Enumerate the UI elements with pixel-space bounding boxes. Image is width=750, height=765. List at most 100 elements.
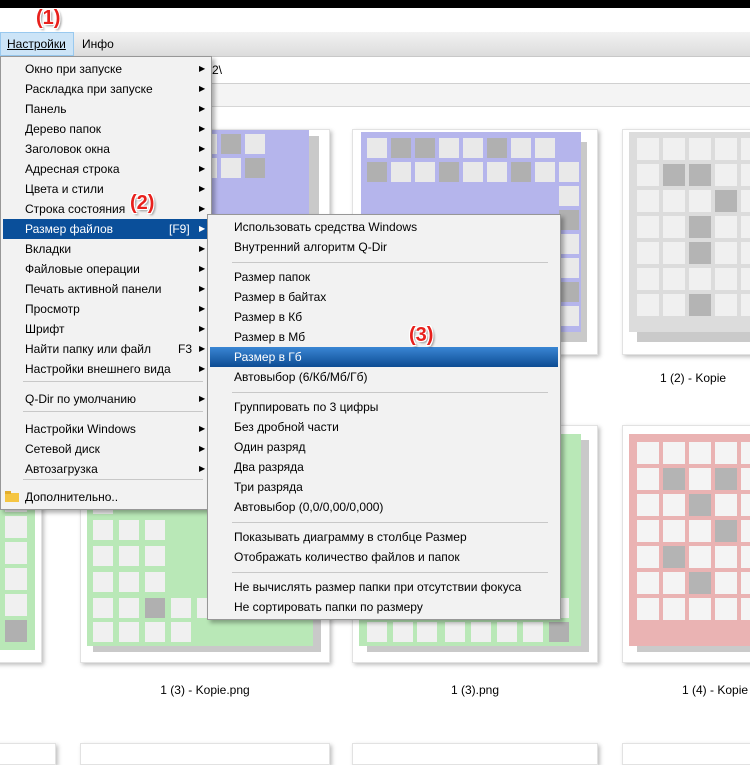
- settings-menu-item[interactable]: Цвета и стили ▶: [3, 179, 209, 199]
- settings-menu-item[interactable]: Адресная строка ▶: [3, 159, 209, 179]
- file-size-menu-item[interactable]: Автовыбор (0,0/0,00/0,000): [210, 497, 558, 517]
- file-size-menu-item[interactable]: Один разряд: [210, 437, 558, 457]
- file-size-menu-item-label: Один разряд: [234, 440, 306, 454]
- settings-menu-item-label: Размер файлов: [25, 222, 114, 236]
- submenu-arrow-icon: ▶: [199, 264, 206, 273]
- file-size-menu-item[interactable]: Размер в Гб: [210, 347, 558, 367]
- menu-separator: [232, 522, 548, 523]
- settings-menu-item-label: Строка состояния: [25, 202, 126, 216]
- file-size-menu-item-label: Размер в Мб: [234, 330, 306, 344]
- shortcut-label: F3: [178, 342, 193, 356]
- file-size-menu-item-label: Не вычислять размер папки при отсутствии…: [234, 580, 522, 594]
- file-size-menu-item[interactable]: Размер в Мб: [210, 327, 558, 347]
- settings-menu-item-label: Файловые операции: [25, 262, 140, 276]
- submenu-arrow-icon: ▶: [199, 464, 206, 473]
- file-size-menu-item-label: Размер в Гб: [234, 350, 302, 364]
- settings-menu-item-label: Автозагрузка: [25, 462, 98, 476]
- file-size-menu-item[interactable]: Не сортировать папки по размеру: [210, 597, 558, 617]
- settings-menu-item[interactable]: Сетевой диск ▶: [3, 439, 209, 459]
- settings-menu-item-label: Дерево папок: [25, 122, 101, 136]
- settings-menu-item[interactable]: Панель ▶: [3, 99, 209, 119]
- file-caption: 1 (3) - Kopie.png: [160, 683, 250, 697]
- file-size-menu-item[interactable]: Показывать диаграмму в столбце Размер: [210, 527, 558, 547]
- image-preview-grey: [629, 132, 750, 342]
- file-size-menu-item-label: Автовыбор (6/Кб/Мб/Гб): [234, 370, 368, 384]
- menu-separator: [232, 572, 548, 573]
- file-size-menu-item[interactable]: Внутренний алгоритм Q-Dir: [210, 237, 558, 257]
- settings-menu-item[interactable]: Q-Dir по умолчанию ▶: [3, 389, 209, 409]
- settings-menu-item[interactable]: Дополнительно..: [3, 487, 209, 507]
- submenu-arrow-icon: ▶: [199, 324, 206, 333]
- file-size-menu-item[interactable]: Размер в Кб: [210, 307, 558, 327]
- file-size-menu-item[interactable]: Без дробной части: [210, 417, 558, 437]
- thumbnail-row3-3[interactable]: [352, 743, 598, 765]
- submenu-arrow-icon: ▶: [199, 164, 206, 173]
- submenu-arrow-icon: ▶: [199, 244, 206, 253]
- settings-menu-item-label: Адресная строка: [25, 162, 120, 176]
- submenu-arrow-icon: ▶: [199, 284, 206, 293]
- settings-menu-item-label: Настройки внешнего вида: [25, 362, 171, 376]
- settings-menu-item-label: Найти папку или файл: [25, 342, 151, 356]
- submenu-arrow-icon: ▶: [199, 104, 206, 113]
- settings-menu-item[interactable]: Файловые операции ▶: [3, 259, 209, 279]
- menu-separator: [23, 479, 203, 480]
- thumbnail-row3-2[interactable]: [80, 743, 330, 765]
- annotation-badge-2: (2): [130, 192, 155, 214]
- submenu-arrow-icon: ▶: [199, 184, 206, 193]
- submenu-arrow-icon: ▶: [199, 344, 206, 353]
- file-size-menu-item[interactable]: Три разряда: [210, 477, 558, 497]
- thumbnail-grey[interactable]: [622, 129, 750, 355]
- thumbnail-row3-4[interactable]: [622, 743, 750, 765]
- file-size-menu-item-label: Размер в байтах: [234, 290, 327, 304]
- file-size-menu-item-label: Не сортировать папки по размеру: [234, 600, 423, 614]
- settings-menu-item[interactable]: Настройки Windows ▶: [3, 419, 209, 439]
- settings-menu-item[interactable]: Шрифт ▶: [3, 319, 209, 339]
- settings-menu-item-label: Сетевой диск: [25, 442, 100, 456]
- file-caption: 1 (3).png: [450, 683, 500, 697]
- settings-menu-item[interactable]: Автозагрузка ▶: [3, 459, 209, 479]
- settings-menu-item-label: Вкладки: [25, 242, 72, 256]
- file-size-menu-item[interactable]: Два разряда: [210, 457, 558, 477]
- file-size-menu-item[interactable]: Отображать количество файлов и папок: [210, 547, 558, 567]
- menu-settings-label: Настройки: [7, 37, 66, 51]
- settings-menu-item[interactable]: Окно при запуске ▶: [3, 59, 209, 79]
- settings-menu-item-label: Окно при запуске: [25, 62, 123, 76]
- file-size-menu-item[interactable]: Автовыбор (6/Кб/Мб/Гб): [210, 367, 558, 387]
- settings-menu-item-label: Просмотр: [25, 302, 80, 316]
- settings-menu-item-label: Раскладка при запуске: [25, 82, 153, 96]
- settings-menu-item[interactable]: Печать активной панели ▶: [3, 279, 209, 299]
- file-size-menu-item[interactable]: Не вычислять размер папки при отсутствии…: [210, 577, 558, 597]
- file-size-menu-item[interactable]: Использовать средства Windows: [210, 217, 558, 237]
- file-size-menu-item-label: Внутренний алгоритм Q-Dir: [234, 240, 388, 254]
- file-size-menu-item-label: Размер в Кб: [234, 310, 303, 324]
- thumbnail-row3-1[interactable]: [0, 743, 56, 765]
- menu-separator: [232, 262, 548, 263]
- menu-info[interactable]: Инфо: [76, 32, 120, 56]
- file-size-menu-item-label: Автовыбор (0,0/0,00/0,000): [234, 500, 384, 514]
- file-size-menu-item-label: Отображать количество файлов и папок: [234, 550, 460, 564]
- settings-menu-item[interactable]: Дерево папок ▶: [3, 119, 209, 139]
- submenu-arrow-icon: ▶: [199, 304, 206, 313]
- settings-menu-item-label: Цвета и стили: [25, 182, 104, 196]
- settings-menu-item[interactable]: Настройки внешнего вида ▶: [3, 359, 209, 379]
- settings-menu-item[interactable]: Просмотр ▶: [3, 299, 209, 319]
- menu-bar: Настройки Инфо: [0, 32, 750, 57]
- menu-settings[interactable]: Настройки: [0, 32, 74, 56]
- settings-menu-item[interactable]: Вкладки ▶: [3, 239, 209, 259]
- file-size-menu-item-label: Без дробной части: [234, 420, 339, 434]
- submenu-arrow-icon: ▶: [199, 224, 206, 233]
- menu-info-label: Инфо: [82, 37, 114, 51]
- menu-separator: [232, 392, 548, 393]
- submenu-arrow-icon: ▶: [199, 204, 206, 213]
- settings-menu-item[interactable]: Заголовок окна ▶: [3, 139, 209, 159]
- submenu-arrow-icon: ▶: [199, 84, 206, 93]
- settings-menu-item[interactable]: Найти папку или файл F3 ▶: [3, 339, 209, 359]
- thumbnail-red[interactable]: [622, 425, 750, 663]
- settings-menu-item[interactable]: Строка состояния ▶: [3, 199, 209, 219]
- file-size-menu-item[interactable]: Размер в байтах: [210, 287, 558, 307]
- file-size-menu-item[interactable]: Группировать по 3 цифры: [210, 397, 558, 417]
- settings-menu-item-label: Заголовок окна: [25, 142, 110, 156]
- settings-menu-item[interactable]: Раскладка при запуске ▶: [3, 79, 209, 99]
- file-size-menu-item[interactable]: Размер папок: [210, 267, 558, 287]
- settings-menu-item[interactable]: Размер файлов [F9] ▶: [3, 219, 209, 239]
